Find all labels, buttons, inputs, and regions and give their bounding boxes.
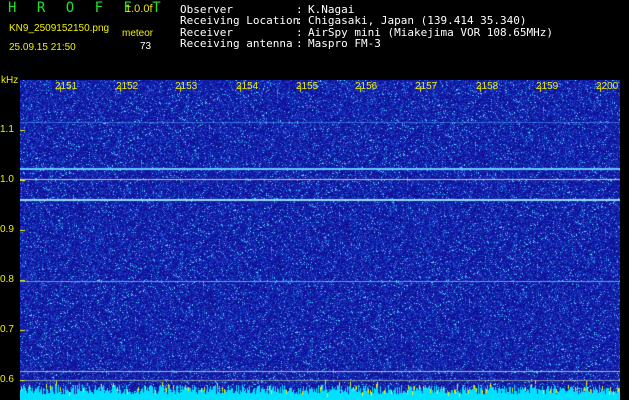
meteor-count: 73: [140, 41, 152, 52]
antenna-label: Receiving antenna: [180, 37, 293, 50]
spectrogram-canvas: [20, 80, 620, 400]
filename-label: KN9_2509152150.png: [9, 23, 110, 34]
y-tick-label: 0.6: [0, 374, 14, 385]
x-tick-label: 2155: [296, 81, 319, 92]
y-tick-label: 0.8: [0, 274, 14, 285]
x-tick-label: 2157: [415, 81, 438, 92]
x-tick-label: 2154: [236, 81, 259, 92]
y-tick-label: 1.0: [0, 174, 14, 185]
x-tick-label: 2152: [116, 81, 139, 92]
y-tick-label: 0.9: [0, 224, 14, 235]
y-tick-label: 1.1: [0, 124, 14, 135]
antenna-value: Maspro FM-3: [308, 37, 381, 50]
x-tick-label: 2158: [476, 81, 499, 92]
antenna-colon: :: [296, 37, 303, 50]
x-tick-label: 2151: [55, 81, 78, 92]
x-tick-label: 2156: [355, 81, 378, 92]
version-label: 1.0.0f: [125, 3, 153, 15]
x-tick-label: 2153: [175, 81, 198, 92]
timestamp-label: 25.09.15 21:50: [9, 42, 76, 53]
meteor-label: meteor: [122, 28, 154, 39]
x-tick-label: 2159: [536, 81, 559, 92]
y-unit-label: kHz: [1, 75, 19, 86]
x-tick-label: 2200: [596, 81, 619, 92]
y-tick-label: 0.7: [0, 324, 14, 335]
